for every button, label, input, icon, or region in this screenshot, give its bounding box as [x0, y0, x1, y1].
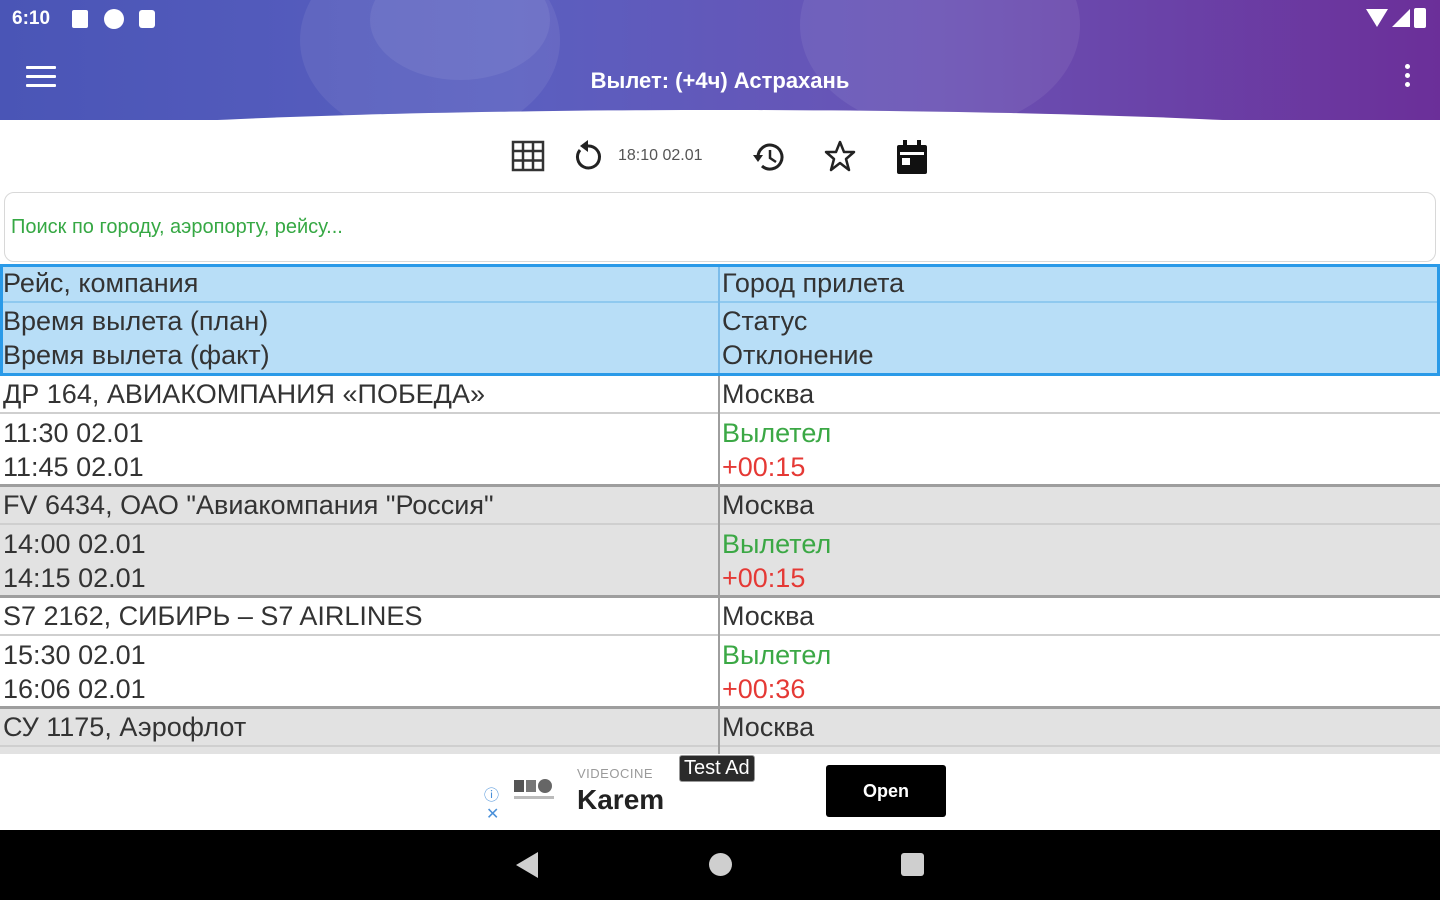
header-flight-company: Рейс, компания	[3, 268, 199, 298]
star-icon[interactable]	[822, 138, 858, 174]
header-status: Статус	[722, 306, 808, 336]
history-icon[interactable]	[750, 138, 788, 176]
ad-test-badge: Test Ad	[679, 755, 755, 782]
arrival-city: Москва	[722, 712, 815, 742]
signal-icon	[1392, 9, 1410, 27]
status-time: 6:10	[12, 8, 51, 29]
actual-time: 14:15 02.01	[3, 563, 146, 593]
header-planned-time: Время вылета (план)	[3, 306, 269, 336]
more-vertical-icon[interactable]	[1402, 64, 1412, 94]
actual-time: 16:06 02.01	[3, 674, 146, 704]
navigation-bar	[0, 830, 1440, 900]
sd-card-icon	[139, 10, 155, 28]
header-deviation: Отклонение	[722, 340, 874, 370]
ad-advertiser: VIDEOCINE	[577, 766, 654, 781]
flight-status: Вылетел	[722, 529, 832, 559]
notification-p-icon	[104, 9, 124, 29]
table-row[interactable]: ДР 164, АВИАКОМПАНИЯ «ПОБЕДА» 11:30 02.0…	[0, 376, 1440, 487]
toolbar: 18:10 02.01	[0, 134, 1440, 182]
header-actual-time: Время вылета (факт)	[3, 340, 270, 370]
ad-title: Karem	[577, 784, 665, 815]
arrival-city: Москва	[722, 379, 815, 409]
app-bar: Вылет: (+4ч) Астрахань	[0, 38, 1440, 120]
flight-deviation: +00:15	[722, 452, 806, 482]
refresh-icon[interactable]	[570, 138, 606, 174]
flight-company: ДР 164, АВИАКОМПАНИЯ «ПОБЕДА»	[3, 379, 485, 409]
actual-time: 11:45 02.01	[3, 452, 144, 482]
arrival-city: Москва	[722, 490, 815, 520]
planned-time: 14:00 02.01	[3, 529, 146, 559]
page-title: Вылет: (+4ч) Астрахань	[590, 68, 850, 93]
planned-time: 15:30 02.01	[3, 640, 146, 670]
flight-deviation: +00:36	[722, 674, 806, 704]
recents-icon[interactable]	[901, 853, 924, 876]
flight-status: Вылетел	[722, 418, 832, 448]
ad-info-icon[interactable]: ⓘ	[484, 784, 499, 805]
header-arrival-city: Город прилета	[722, 268, 905, 298]
search-input[interactable]	[11, 211, 1411, 243]
last-updated-text: 18:10 02.01	[618, 147, 703, 164]
app-screen: 6:10 Вылет: (+4ч) Астрахань 18:10 02.01	[0, 0, 1440, 900]
flight-deviation: +00:15	[722, 563, 806, 593]
ad-logo-icon	[514, 779, 554, 799]
search-box	[4, 192, 1436, 262]
grid-icon[interactable]	[510, 138, 546, 174]
arrival-city: Москва	[722, 601, 815, 631]
back-icon[interactable]	[516, 852, 538, 878]
table-row[interactable]: СУ 1175, Аэрофлот Москва	[0, 709, 1440, 754]
notification-a-icon	[72, 10, 88, 28]
home-icon[interactable]	[709, 853, 732, 876]
calendar-icon[interactable]	[894, 138, 930, 176]
flight-status: Вылетел	[722, 640, 832, 670]
table-header: Рейс, компания Время вылета (план) Время…	[0, 264, 1440, 376]
flight-company: СУ 1175, Аэрофлот	[3, 712, 247, 742]
planned-time: 11:30 02.01	[3, 418, 144, 448]
battery-icon	[1414, 8, 1426, 28]
status-bar: 6:10	[0, 0, 1440, 38]
ad-close-icon[interactable]: ✕	[486, 804, 499, 824]
table-row[interactable]: S7 2162, СИБИРЬ – S7 AIRLINES 15:30 02.0…	[0, 598, 1440, 709]
flight-company: S7 2162, СИБИРЬ – S7 AIRLINES	[3, 601, 423, 631]
flights-table: Рейс, компания Время вылета (план) Время…	[0, 264, 1440, 754]
ad-open-button[interactable]: Open	[826, 765, 946, 817]
wifi-icon	[1366, 9, 1388, 27]
flight-company: FV 6434, ОАО "Авиакомпания "Россия"	[3, 490, 494, 520]
table-row[interactable]: FV 6434, ОАО "Авиакомпания "Россия" 14:0…	[0, 487, 1440, 598]
